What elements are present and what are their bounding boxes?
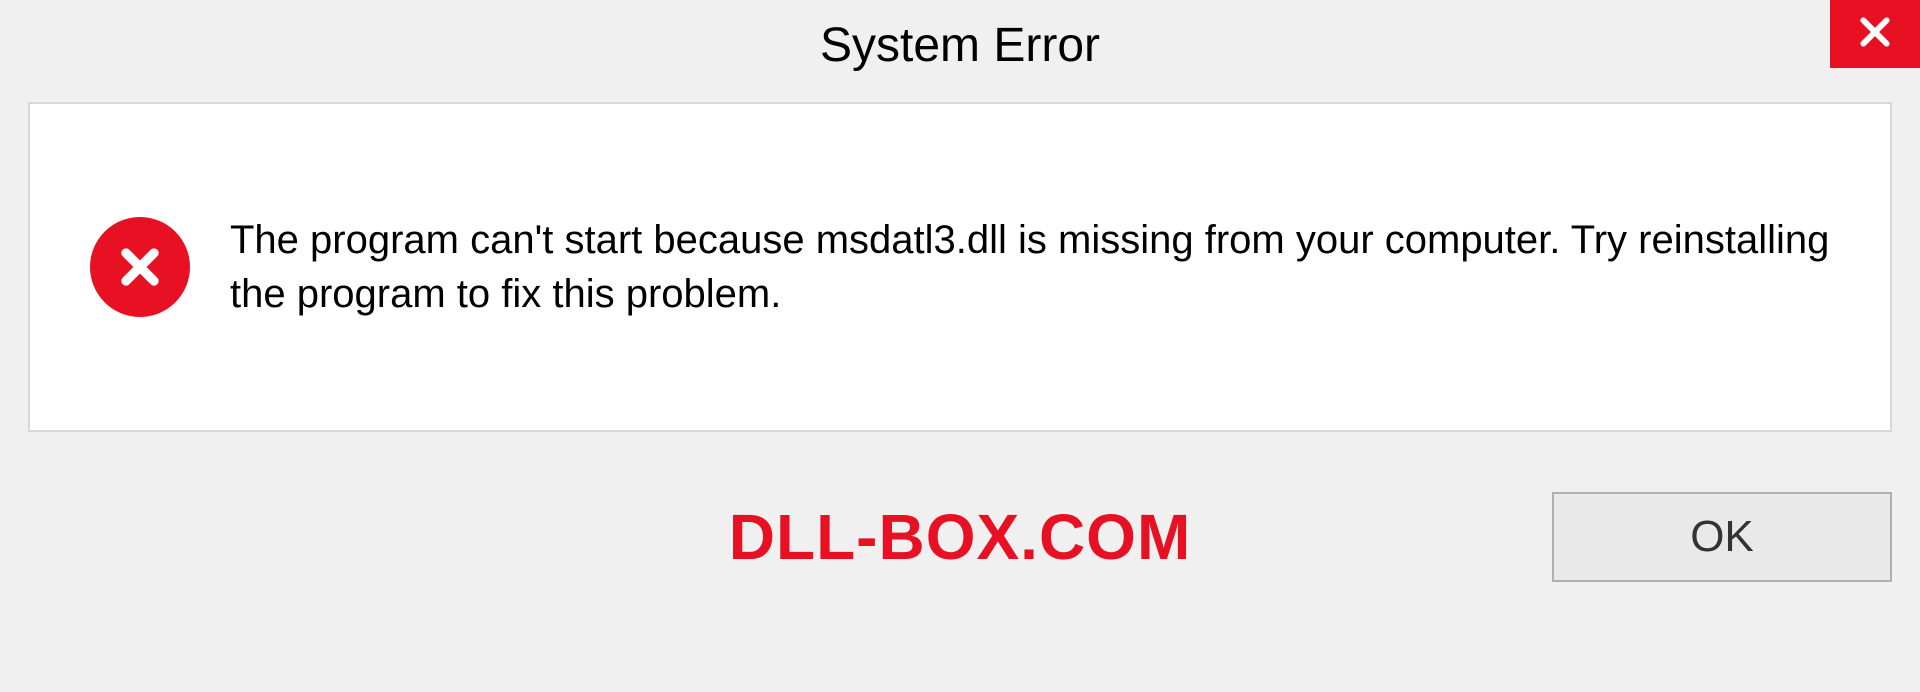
error-message: The program can't start because msdatl3.… [230, 213, 1830, 321]
ok-button-label: OK [1690, 512, 1754, 562]
dialog-title: System Error [820, 18, 1100, 73]
close-button[interactable] [1830, 0, 1920, 68]
error-icon [90, 217, 190, 317]
titlebar: System Error [0, 0, 1920, 90]
dialog-content: The program can't start because msdatl3.… [28, 102, 1892, 432]
dialog-footer: DLL-BOX.COM OK [28, 482, 1892, 592]
close-icon [1855, 12, 1895, 57]
watermark-text: DLL-BOX.COM [729, 500, 1192, 574]
ok-button[interactable]: OK [1552, 492, 1892, 582]
